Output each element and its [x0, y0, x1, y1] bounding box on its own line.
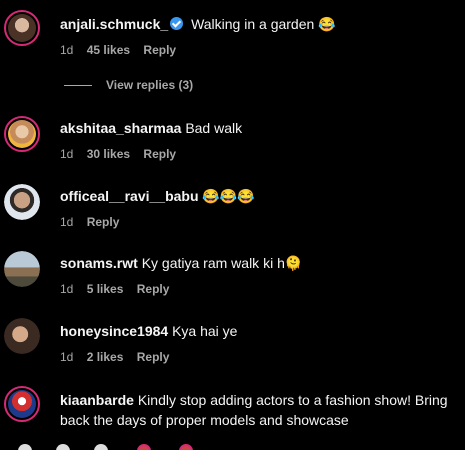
reply-button[interactable]: Reply	[137, 282, 170, 296]
reply-button[interactable]: Reply	[137, 350, 170, 364]
comment-text: honeysince1984 Kya hai ye	[60, 321, 457, 341]
comment-meta: 1d 2 likes Reply	[60, 350, 179, 364]
verified-badge-icon	[170, 17, 184, 30]
likes-count[interactable]: 30 likes	[87, 147, 130, 161]
comment-text: akshitaa_sharmaa Bad walk	[60, 118, 457, 138]
comment-meta: 1d Reply	[60, 215, 129, 229]
reply-button[interactable]: Reply	[143, 43, 176, 57]
likes-count[interactable]: 45 likes	[87, 43, 130, 57]
comment-time: 1d	[60, 215, 74, 229]
comment-body: Ky gatiya ram walk ki h🫠	[141, 255, 303, 271]
comment-body: 😂😂😂	[202, 188, 255, 204]
avatar[interactable]	[4, 10, 40, 46]
comment-time: 1d	[60, 147, 74, 161]
comment-time: 1d	[60, 282, 74, 296]
avatar[interactable]	[137, 444, 151, 450]
username-link[interactable]: kiaanbarde	[60, 392, 134, 408]
comment-text: sonams.rwt Ky gatiya ram walk ki h🫠	[60, 253, 457, 273]
avatar[interactable]	[4, 116, 40, 152]
comment-time: 1d	[60, 43, 74, 57]
comment-body: Bad walk	[185, 120, 243, 136]
username-link[interactable]: honeysince1984	[60, 323, 168, 339]
view-replies-label: View replies (3)	[106, 78, 194, 92]
likes-count[interactable]: 5 likes	[87, 282, 124, 296]
username-link[interactable]: akshitaa_sharmaa	[60, 120, 181, 136]
avatar[interactable]	[179, 444, 193, 450]
avatar[interactable]	[4, 251, 40, 287]
reaction-bar	[0, 442, 465, 450]
comment-meta: 1d 30 likes Reply	[60, 147, 186, 161]
avatar[interactable]	[4, 184, 40, 220]
comment-time: 1d	[60, 350, 74, 364]
comment-meta: 1d 5 likes Reply	[60, 282, 179, 296]
avatar[interactable]	[4, 386, 40, 422]
reply-button[interactable]: Reply	[143, 147, 176, 161]
avatar[interactable]	[18, 444, 32, 450]
comment-text: officeal__ravi__babu 😂😂😂	[60, 186, 457, 206]
avatar[interactable]	[94, 444, 108, 450]
comment-body: Kya hai ye	[172, 323, 238, 339]
likes-count[interactable]: 2 likes	[87, 350, 124, 364]
comment-text: kiaanbarde Kindly stop adding actors to …	[60, 390, 450, 430]
reply-button[interactable]: Reply	[87, 215, 120, 229]
comment-body: Walking in a garden 😂	[191, 16, 336, 32]
comment-text: anjali.schmuck_ Walking in a garden 😂	[60, 14, 457, 34]
avatar[interactable]	[4, 318, 40, 354]
comment-meta: 1d 45 likes Reply	[60, 43, 186, 57]
username-link[interactable]: sonams.rwt	[60, 255, 138, 271]
avatar[interactable]	[56, 444, 70, 450]
view-replies-button[interactable]: View replies (3)	[64, 78, 193, 92]
username-link[interactable]: officeal__ravi__babu	[60, 188, 199, 204]
username-link[interactable]: anjali.schmuck_	[60, 16, 168, 32]
divider-line	[64, 85, 92, 87]
